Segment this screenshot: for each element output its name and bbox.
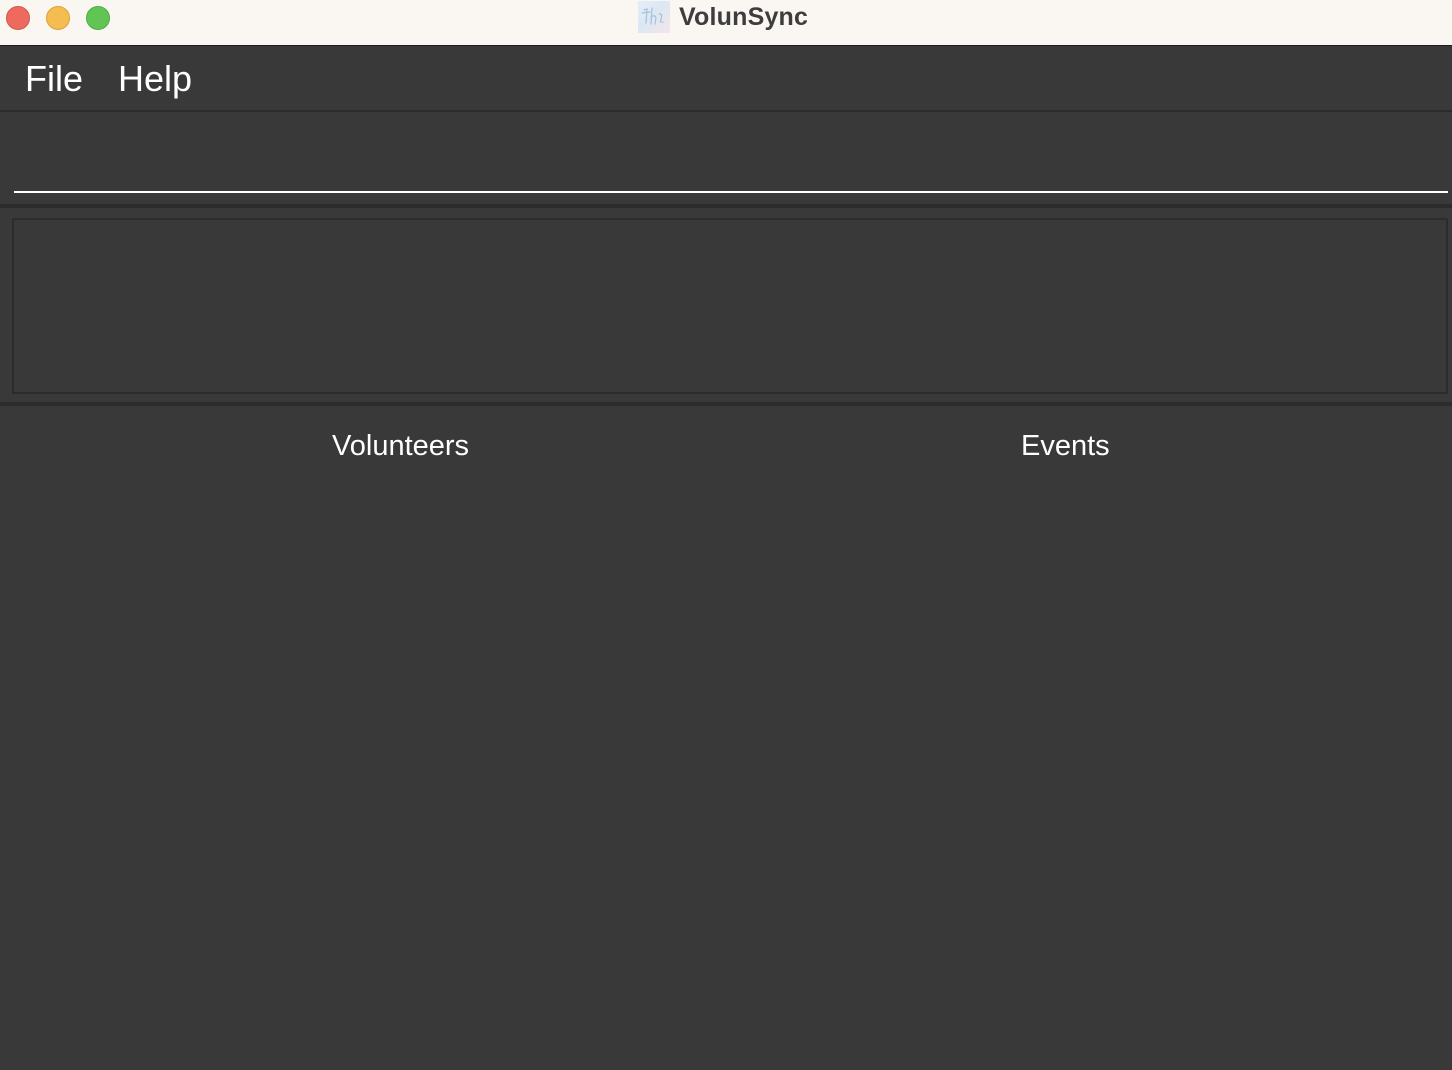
title-bar: VolunSync [0, 0, 1452, 46]
window-title: VolunSync [679, 2, 809, 31]
close-window-button[interactable] [6, 6, 30, 30]
list-panels: Volunteers Events [0, 410, 1452, 1070]
command-box-container [0, 112, 1452, 208]
result-display [12, 218, 1448, 394]
window-title-group: VolunSync [638, 0, 808, 34]
volunteer-list[interactable] [0, 480, 726, 1060]
result-display-container [0, 208, 1452, 406]
menu-file[interactable]: File [25, 57, 83, 101]
menu-bar: File Help [0, 47, 1452, 112]
menu-help[interactable]: Help [118, 57, 192, 101]
volunteers-heading: Volunteers [332, 430, 470, 462]
command-input[interactable] [14, 112, 1448, 193]
minimize-window-button[interactable] [46, 6, 70, 30]
zoom-window-button[interactable] [86, 6, 110, 30]
volunsync-logo-icon [638, 1, 670, 33]
event-list[interactable] [726, 480, 1452, 1060]
events-heading: Events [1021, 430, 1110, 462]
app-window: VolunSync File Help Volunteers Events [0, 0, 1452, 1070]
